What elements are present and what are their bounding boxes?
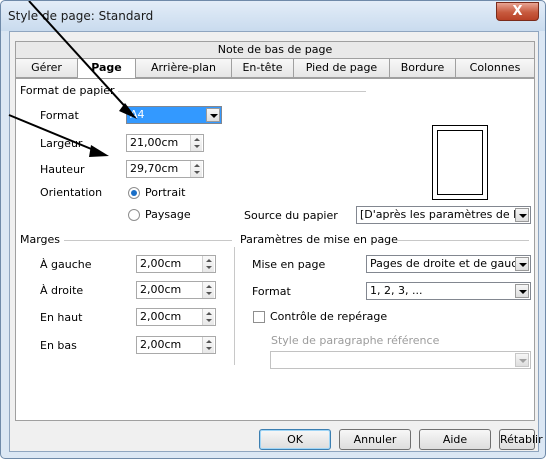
- annotation-arrows: [8, 1, 137, 157]
- page-style-dialog: Style de page: Standard X Note de bas de…: [0, 0, 546, 459]
